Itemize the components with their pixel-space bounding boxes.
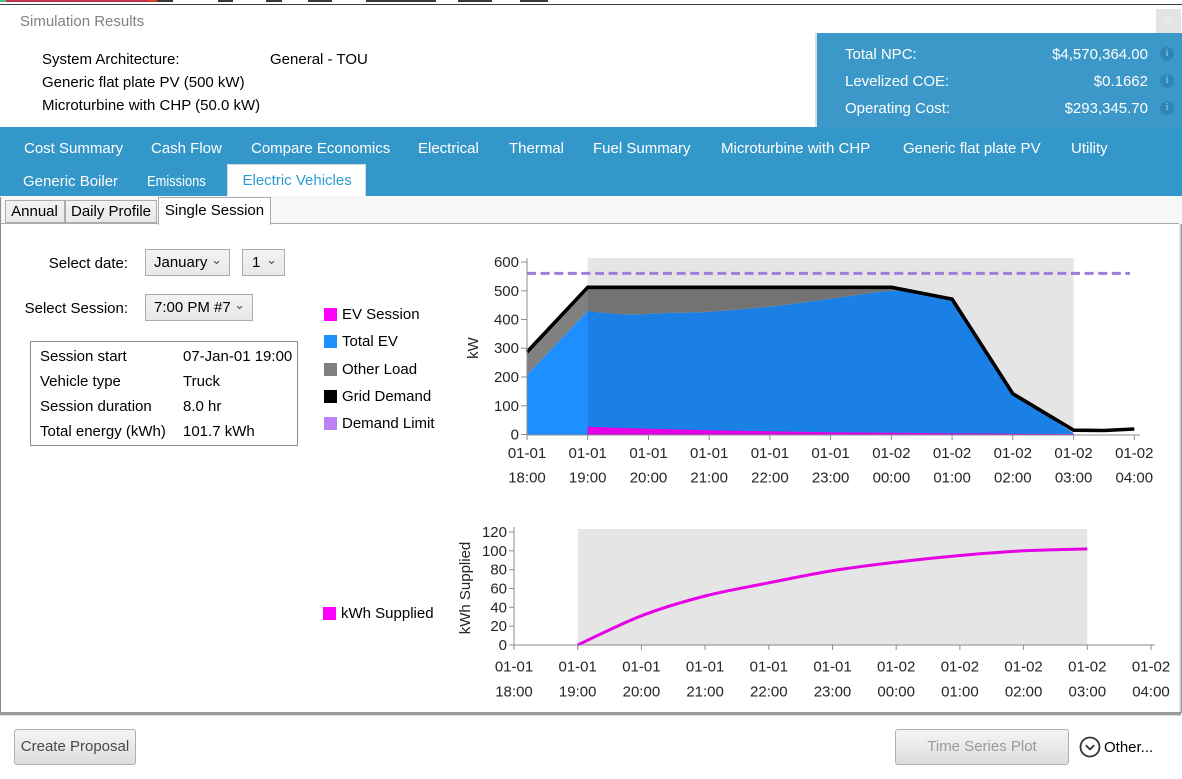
svg-text:20: 20 [490,618,507,635]
svg-text:01-01: 01-01 [559,659,597,676]
svg-text:400: 400 [494,312,519,329]
svg-text:02:00: 02:00 [1005,683,1043,700]
svg-text:01-01: 01-01 [750,659,788,676]
svg-text:500: 500 [494,283,519,300]
svg-text:22:00: 22:00 [751,470,789,487]
svg-text:01-01: 01-01 [569,445,607,462]
svg-text:01-02: 01-02 [994,445,1032,462]
svg-text:kW: kW [465,336,482,359]
svg-text:01-01: 01-01 [629,445,667,462]
svg-text:01-01: 01-01 [690,445,728,462]
svg-text:03:00: 03:00 [1055,470,1093,487]
svg-text:600: 600 [494,254,519,271]
svg-text:01-02: 01-02 [1004,659,1042,676]
svg-text:21:00: 21:00 [686,683,724,700]
svg-text:00:00: 00:00 [877,683,915,700]
svg-text:04:00: 04:00 [1132,683,1170,700]
svg-text:01:00: 01:00 [941,683,979,700]
svg-text:01-02: 01-02 [933,445,971,462]
svg-text:100: 100 [482,543,507,560]
svg-text:01-01: 01-01 [622,659,660,676]
svg-text:18:00: 18:00 [495,683,533,700]
svg-text:200: 200 [494,369,519,386]
svg-text:20:00: 20:00 [630,470,668,487]
svg-text:01-01: 01-01 [686,659,724,676]
svg-text:22:00: 22:00 [750,683,788,700]
svg-text:01-02: 01-02 [1115,445,1153,462]
svg-text:01-02: 01-02 [872,445,910,462]
svg-text:23:00: 23:00 [814,683,852,700]
svg-text:120: 120 [482,524,507,541]
svg-text:03:00: 03:00 [1069,683,1107,700]
svg-text:04:00: 04:00 [1116,470,1154,487]
svg-text:23:00: 23:00 [812,470,850,487]
svg-text:40: 40 [490,599,507,616]
svg-text:19:00: 19:00 [559,683,597,700]
svg-text:60: 60 [490,581,507,598]
svg-text:80: 80 [490,562,507,579]
svg-text:01-01: 01-01 [495,659,533,676]
svg-text:0: 0 [499,637,507,654]
svg-text:kWh Supplied: kWh Supplied [457,542,474,635]
svg-text:01-01: 01-01 [811,445,849,462]
svg-text:01-01: 01-01 [813,659,851,676]
svg-text:300: 300 [494,340,519,357]
svg-text:01-02: 01-02 [1132,659,1170,676]
svg-text:01-02: 01-02 [1054,445,1092,462]
svg-text:21:00: 21:00 [690,470,728,487]
svg-text:01-02: 01-02 [877,659,915,676]
svg-text:01-01: 01-01 [751,445,789,462]
svg-text:01:00: 01:00 [933,470,971,487]
svg-text:18:00: 18:00 [508,470,546,487]
svg-text:01-02: 01-02 [1068,659,1106,676]
svg-text:02:00: 02:00 [994,470,1032,487]
svg-text:01-02: 01-02 [941,659,979,676]
svg-text:00:00: 00:00 [873,470,911,487]
svg-text:20:00: 20:00 [623,683,661,700]
svg-text:0: 0 [511,427,519,444]
svg-text:100: 100 [494,398,519,415]
svg-text:01-01: 01-01 [508,445,546,462]
svg-text:19:00: 19:00 [569,470,607,487]
